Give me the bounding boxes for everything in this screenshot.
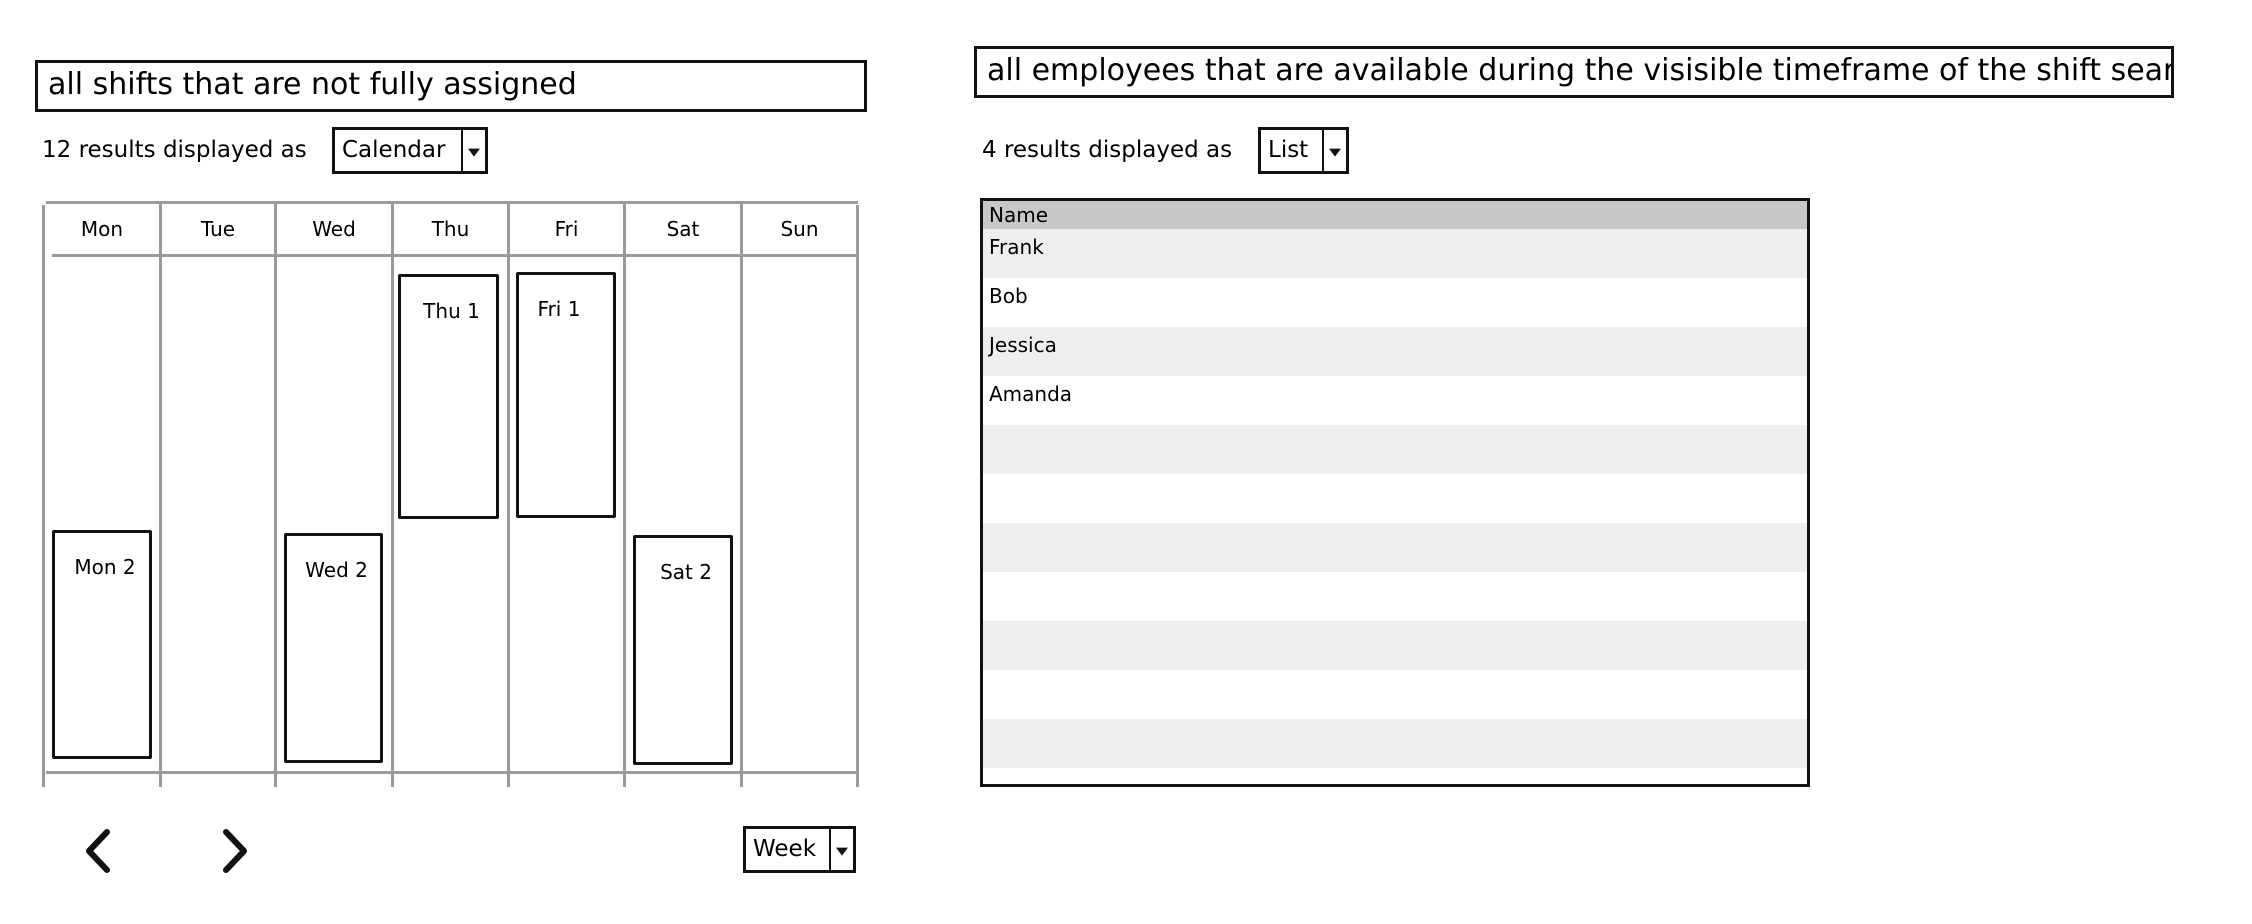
calendar-bottom-border — [46, 771, 858, 774]
employees-view-select-value: List — [1268, 137, 1309, 163]
calendar-col-divider — [740, 203, 743, 787]
shifts-search-title-text: all shifts that are not fully assigned — [48, 67, 577, 102]
shift-label: Fri 1 — [537, 297, 581, 321]
employees-results-count: 4 results displayed as — [982, 137, 1233, 163]
table-row[interactable]: Bob — [983, 278, 1807, 327]
table-row — [983, 621, 1807, 670]
shift-block[interactable]: Thu 1 — [398, 274, 499, 519]
chevron-down-icon[interactable] — [829, 829, 853, 870]
table-header-name[interactable]: Name — [983, 201, 1807, 229]
table-row — [983, 425, 1807, 474]
calendar-left-border — [42, 205, 45, 787]
calendar-header-divider — [52, 254, 858, 257]
calendar-top-border — [46, 201, 858, 204]
shifts-view-select[interactable]: Calendar — [332, 127, 488, 174]
chevron-right-icon[interactable] — [219, 828, 253, 874]
shift-label: Thu 1 — [423, 299, 480, 323]
table-row[interactable]: Jessica — [983, 327, 1807, 376]
calendar-range-select-value: Week — [753, 836, 817, 862]
day-header-wed: Wed — [312, 217, 356, 241]
calendar-col-divider — [274, 203, 277, 787]
chevron-left-icon[interactable] — [80, 828, 114, 874]
table-row[interactable]: Frank — [983, 229, 1807, 278]
day-header-tue: Tue — [200, 217, 236, 241]
table-row — [983, 719, 1807, 768]
day-header-mon: Mon — [80, 217, 124, 241]
calendar-col-divider — [159, 203, 162, 787]
shifts-results-count: 12 results displayed as — [42, 137, 307, 163]
table-row — [983, 572, 1807, 621]
table-row — [983, 523, 1807, 572]
table-row — [983, 768, 1807, 784]
chevron-down-icon[interactable] — [1322, 130, 1346, 171]
day-header-thu: Thu — [431, 217, 470, 241]
employees-search-title-text: all employees that are available during … — [987, 53, 2174, 88]
employees-search-title[interactable]: all employees that are available during … — [974, 46, 2174, 98]
calendar-right-border — [856, 205, 859, 787]
shift-block[interactable]: Mon 2 — [52, 530, 152, 759]
shift-label: Mon 2 — [74, 555, 136, 579]
shifts-search-title[interactable]: all shifts that are not fully assigned — [35, 60, 867, 112]
chevron-down-icon[interactable] — [461, 130, 485, 171]
calendar-col-divider — [623, 203, 626, 787]
calendar-col-divider — [391, 203, 394, 787]
calendar-range-select[interactable]: Week — [743, 826, 856, 873]
table-row — [983, 670, 1807, 719]
day-header-fri: Fri — [554, 217, 579, 241]
shift-label: Wed 2 — [305, 558, 368, 582]
shift-block[interactable]: Wed 2 — [284, 533, 383, 763]
shifts-view-select-value: Calendar — [342, 137, 446, 163]
calendar-col-divider — [507, 203, 510, 787]
shift-label: Sat 2 — [660, 560, 712, 584]
table-row — [983, 474, 1807, 523]
shift-block[interactable]: Sat 2 — [633, 535, 733, 765]
table-row[interactable]: Amanda — [983, 376, 1807, 425]
day-header-sat: Sat — [666, 217, 700, 241]
day-header-sun: Sun — [780, 217, 819, 241]
employees-table: Name Frank Bob Jessica Amanda — [980, 198, 1810, 787]
employees-view-select[interactable]: List — [1258, 127, 1349, 174]
shift-block[interactable]: Fri 1 — [516, 272, 616, 518]
